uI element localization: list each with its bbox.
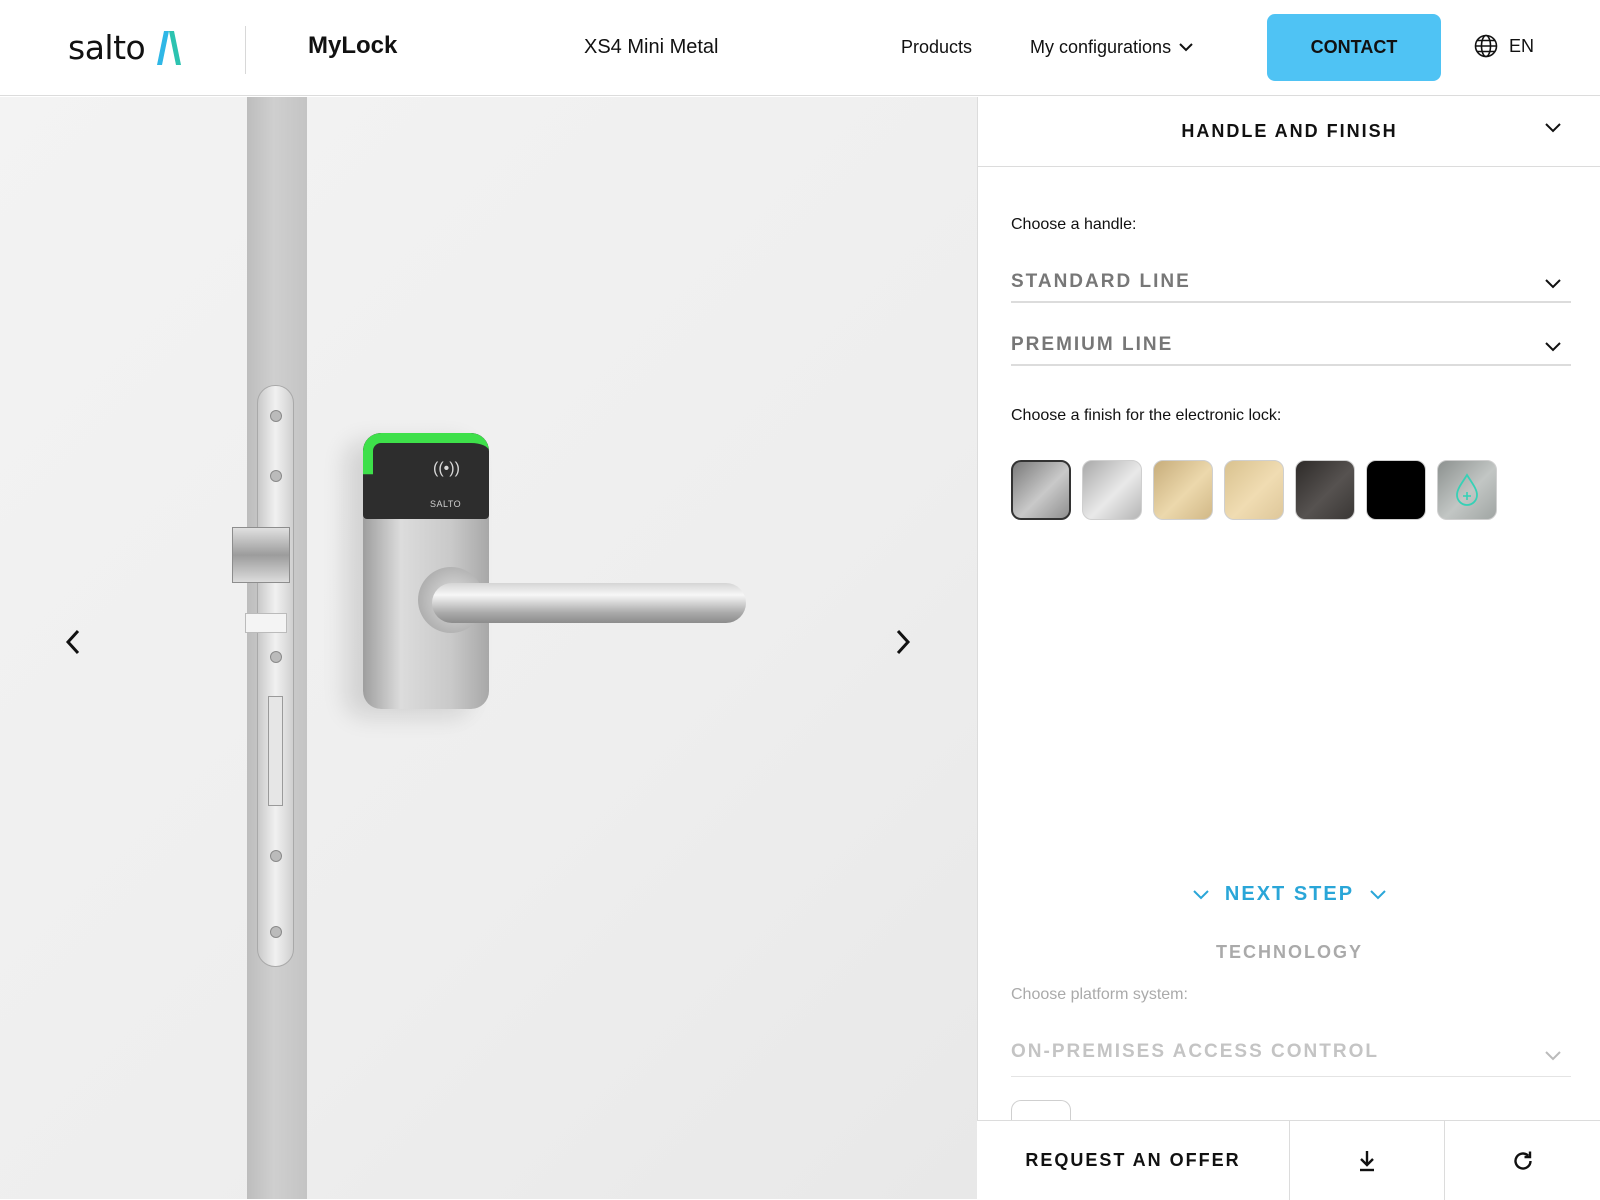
finish-swatch-satin-chrome[interactable] [1011, 460, 1071, 520]
handle-option-label: STANDARD LINE [1011, 271, 1191, 292]
screw [270, 926, 282, 938]
chevron-down-icon [1545, 279, 1561, 289]
finish-swatch-dark-bronze[interactable] [1295, 460, 1355, 520]
header-divider [245, 26, 246, 74]
lock-faceplate [257, 385, 294, 967]
globe-icon [1474, 34, 1498, 58]
platform-value: ON-PREMISES ACCESS CONTROL [1011, 1041, 1379, 1062]
handle-label: Choose a handle: [1011, 216, 1137, 233]
handle-option-label: PREMIUM LINE [1011, 334, 1174, 355]
finish-swatch-black[interactable] [1366, 460, 1426, 520]
reset-button[interactable] [1445, 1121, 1600, 1200]
platform-select[interactable]: ON-PREMISES ACCESS CONTROL [1011, 1033, 1571, 1077]
site-header: salto MyLock XS4 Mini Metal Products My … [0, 0, 1600, 96]
chevron-down-icon [1545, 123, 1561, 133]
logo-text: salto [68, 28, 146, 67]
latch-bolt [232, 527, 290, 583]
nav-products-link[interactable]: Products [901, 37, 972, 58]
finish-swatch-polished-chrome[interactable] [1082, 460, 1142, 520]
bottom-action-bar: REQUEST AN OFFER [977, 1120, 1600, 1200]
screw [270, 651, 282, 663]
handle-standard-line-select[interactable]: STANDARD LINE [1011, 263, 1571, 303]
chevron-down-icon [1370, 889, 1386, 899]
finish-swatch-polished-brass[interactable] [1224, 460, 1284, 520]
configuration-panel: HANDLE AND FINISH Choose a handle: STAND… [977, 97, 1600, 1199]
section-handle-and-finish[interactable]: HANDLE AND FINISH [978, 97, 1600, 167]
lever-handle [432, 583, 746, 623]
water-drop-plus-icon [1456, 473, 1478, 506]
nav-my-configurations-label: My configurations [1030, 37, 1172, 57]
handle-premium-line-select[interactable]: PREMIUM LINE [1011, 326, 1571, 366]
salto-logo[interactable]: salto [68, 28, 182, 67]
section-title: HANDLE AND FINISH [1181, 121, 1398, 141]
download-button[interactable] [1290, 1121, 1445, 1200]
platform-label: Choose platform system: [1011, 986, 1188, 1003]
faceplate-slot [268, 696, 283, 806]
product-name: XS4 Mini Metal [584, 36, 719, 58]
language-selector[interactable]: EN [1474, 34, 1534, 58]
product-image-viewer: ((•)) SALTO [0, 97, 977, 1199]
screw [270, 470, 282, 482]
chevron-down-icon [1545, 342, 1561, 352]
finish-swatch-satin-brass[interactable] [1153, 460, 1213, 520]
nav-my-configurations[interactable]: My configurations [1030, 37, 1193, 58]
brand-title[interactable]: MyLock [308, 32, 397, 60]
led-indicator [363, 433, 489, 475]
next-step-label: NEXT STEP [1224, 883, 1355, 905]
next-step-button[interactable]: NEXT STEP [978, 883, 1600, 906]
download-icon [1360, 1150, 1374, 1171]
screw [270, 850, 282, 862]
dead-bolt [245, 613, 287, 633]
lock-brand-mark: SALTO [430, 499, 462, 509]
reset-icon [1513, 1151, 1532, 1170]
contact-button[interactable]: CONTACT [1267, 14, 1441, 81]
chevron-down-icon [1545, 1051, 1561, 1061]
screw [270, 410, 282, 422]
salto-logo-mark-icon [157, 30, 182, 65]
request-offer-button[interactable]: REQUEST AN OFFER [977, 1121, 1290, 1200]
chevron-down-icon [1179, 43, 1193, 52]
finish-swatches [1011, 460, 1508, 520]
chevron-down-icon [1193, 889, 1209, 899]
lock-reader-head: ((•)) SALTO [363, 433, 489, 519]
chevron-right-icon [896, 629, 911, 655]
chevron-left-icon [65, 629, 80, 655]
language-code: EN [1509, 35, 1535, 56]
next-image-button[interactable] [883, 622, 923, 662]
finish-label: Choose a finish for the electronic lock: [1011, 407, 1282, 424]
technology-section-title: TECHNOLOGY [1215, 942, 1363, 962]
previous-image-button[interactable] [53, 622, 93, 662]
finish-swatch-antimicrobial[interactable] [1437, 460, 1497, 520]
rfid-icon: ((•)) [433, 460, 460, 477]
